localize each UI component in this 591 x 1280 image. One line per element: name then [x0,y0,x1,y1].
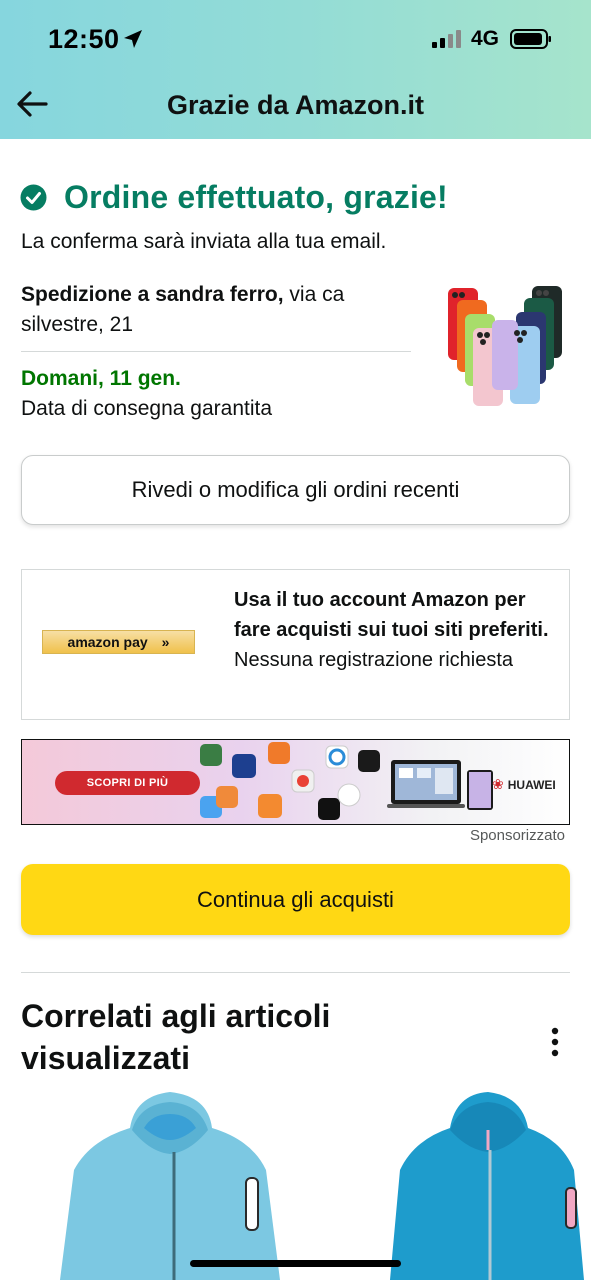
shipping-address: Spedizione a sandra ferro, via ca silves… [21,280,401,340]
product-image-jacket-teal[interactable] [370,1090,591,1280]
ad-cta-button[interactable]: SCOPRI DI PIÙ [55,771,200,795]
cellular-signal-icon [432,30,461,48]
ad-brand-name: HUAWEI [507,777,556,792]
product-image-jacket-light-blue[interactable] [40,1090,300,1280]
delivery-date: Domani, 11 gen. [21,367,181,390]
amazon-pay-text: Usa il tuo account Amazon per fare acqui… [234,585,554,675]
amazon-pay-headline: Usa il tuo account Amazon per fare acqui… [234,589,549,641]
divider [21,351,411,352]
check-circle-icon [20,184,47,210]
shipping-recipient: Spedizione a sandra ferro, [21,283,284,306]
location-arrow-icon [124,30,142,48]
page-title: Grazie da Amazon.it [166,90,425,120]
status-bar: 12:50 4G [0,0,591,80]
huawei-logo-icon: ❀ [492,776,504,792]
status-time: 12:50 [48,24,120,54]
amazon-pay-promo[interactable]: amazon pay » Usa il tuo account Amazon p… [21,569,570,720]
product-thumbnail[interactable] [440,282,575,412]
amazon-pay-logo-text: amazon pay [67,634,148,650]
network-type: 4G [471,27,500,50]
continue-shopping-button[interactable]: Continua gli acquisti [21,864,570,935]
more-options-button[interactable] [540,1022,570,1062]
sponsored-label: Sponsorizzato [469,827,565,844]
battery-icon [510,29,551,49]
home-indicator[interactable] [190,1260,401,1267]
divider [21,972,570,973]
related-section-title: Correlati agli articoli visualizzati [21,998,331,1076]
nav-bar: Grazie da Amazon.it [0,80,591,139]
amazon-pay-logo: amazon pay » [42,630,195,654]
confirmation-subtitle: La conferma sarà inviata alla tua email. [21,230,387,253]
chevron-right-icon: » [161,634,170,650]
laptop-tablet-graphic [387,760,493,810]
review-orders-button[interactable]: Rivedi o modifica gli ordini recenti [21,455,570,525]
delivery-label: Data di consegna garantita [21,397,273,420]
ad-brand: ❀ HUAWEI [492,776,556,793]
vertical-dots-icon [551,1027,559,1057]
app-icons-graphic [200,742,380,820]
order-confirmation-heading: Ordine effettuato, grazie! [20,177,448,217]
header: 12:50 4G Grazie da Amazon.it [0,0,591,139]
confirmation-title: Ordine effettuato, grazie! [64,178,448,215]
amazon-pay-subtext: Nessuna registrazione richiesta [234,649,514,671]
sponsored-ad-banner[interactable]: SCOPRI DI PIÙ ❀ HUAWEI [21,739,570,825]
